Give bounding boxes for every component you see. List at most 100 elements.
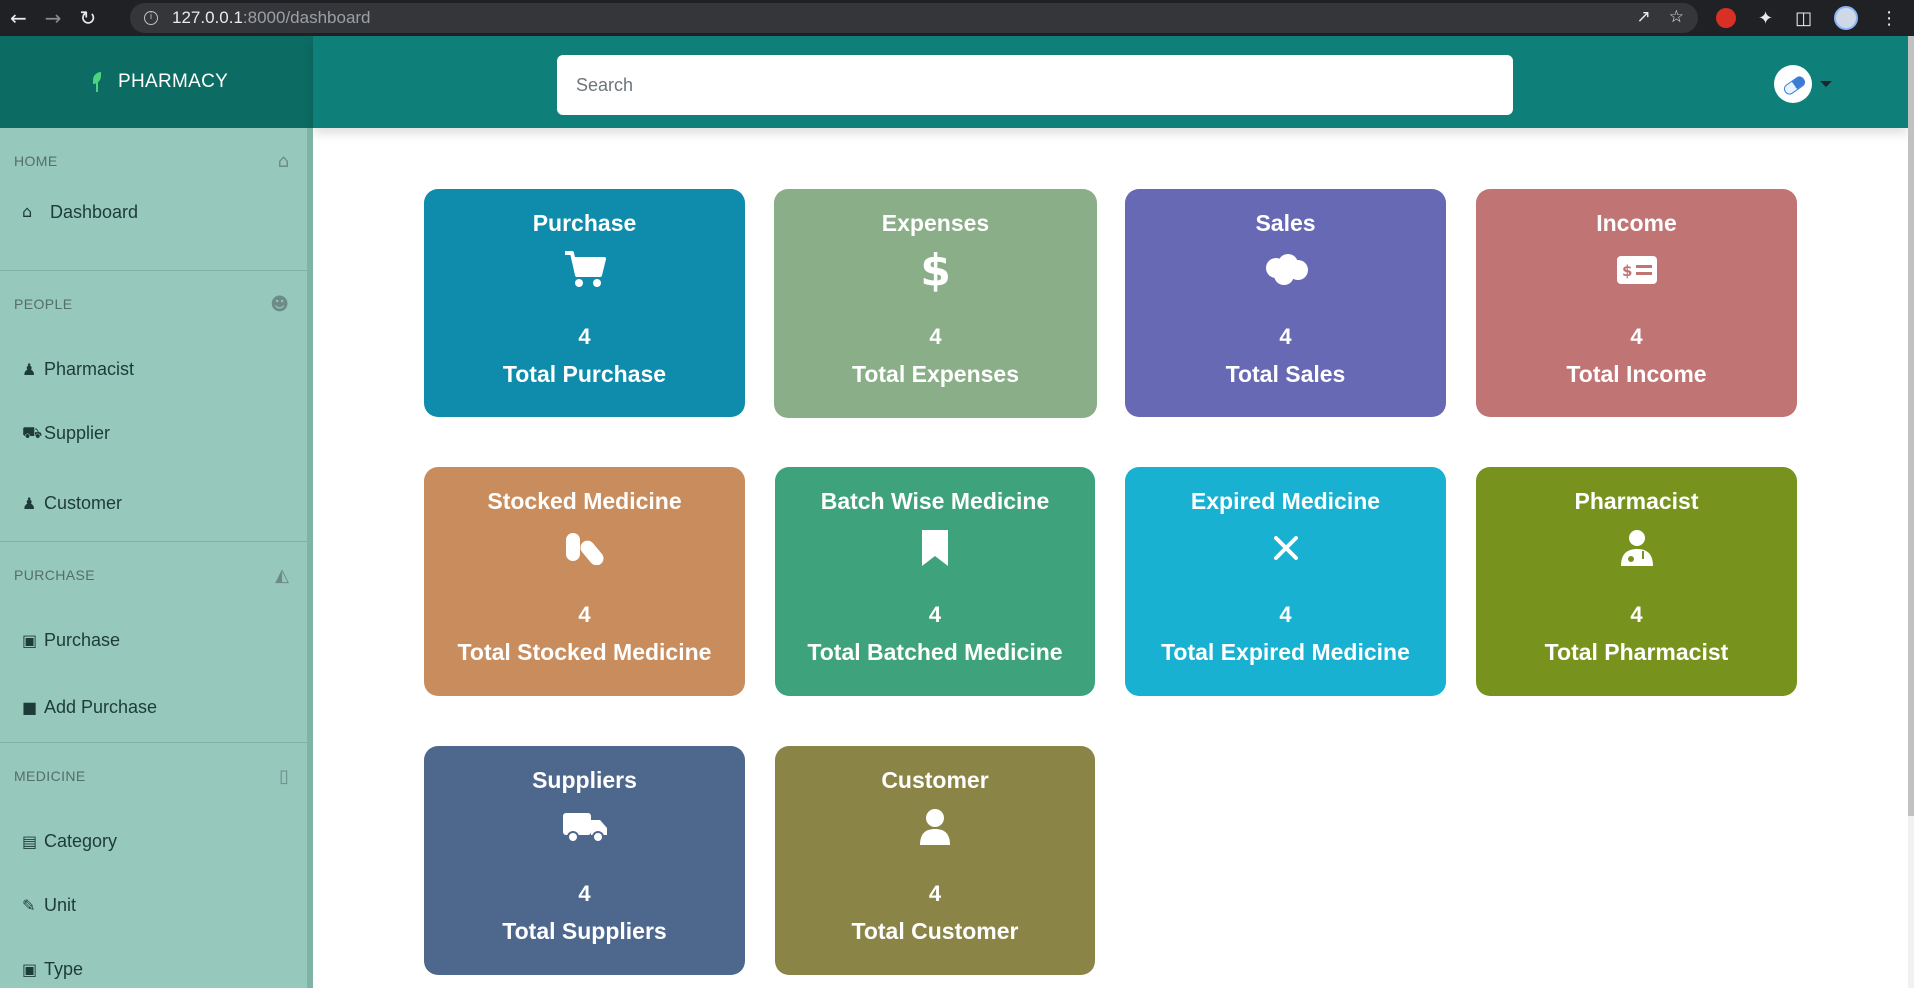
bag-icon: ■ [22,697,38,717]
card-label: Total Stocked Medicine [457,639,712,665]
sidebar-item-category[interactable]: ▤ Category [0,809,313,873]
card-label: Total Pharmacist [1544,639,1729,665]
home-icon: ⌂ [22,202,33,221]
sidebar-item-label: Pharmacist [44,358,135,379]
share-icon[interactable]: ↗ [1637,7,1651,27]
user-icon: ☻ [270,293,289,315]
browser-menu-icon[interactable]: ⋮ [1880,8,1898,29]
sidebar-item-label: Type [44,958,84,979]
card-label: Total Income [1566,361,1707,387]
doctor-icon: ♟ [22,359,37,379]
brand-name: PHARMACY [118,71,229,92]
user-icon: ♟ [22,493,37,513]
site-info-icon[interactable]: i [144,11,158,25]
card-sales[interactable]: Sales 4 Total Sales [1125,189,1446,417]
sidebar-section-header: HOME ⌂ [0,128,313,194]
sidebar-item-add-purchase[interactable]: ■ Add Purchase [0,672,313,742]
address-bar[interactable]: i 127.0.0.1:8000/dashboard ↗ ☆ [130,3,1698,33]
card-title: Batch Wise Medicine [820,488,1050,514]
card-title: Customer [881,767,989,793]
sidebar-item-pharmacist[interactable]: ♟ Pharmacist [0,337,313,401]
card-customer[interactable]: Customer 4 Total Customer [775,746,1095,975]
doctor-icon [1476,527,1797,569]
card-count: 4 [1630,324,1643,349]
sidebar-section-purchase: PURCHASE ◭ ▣ Purchase ■ Add Purchase [0,542,313,743]
sidebar-item-unit[interactable]: ✎ Unit [0,873,313,937]
sidebar-section-header: PEOPLE ☻ [0,271,313,337]
sidebar-item-type[interactable]: ▣ Type [0,937,313,1001]
truck-icon [424,806,745,848]
money-check-icon: $ [1476,249,1797,291]
pills-icon [424,527,745,569]
sidebar-section-home: HOME ⌂ ⌂ Dashboard [0,128,313,271]
profile-avatar[interactable] [1834,6,1859,30]
sidebar-item-customer[interactable]: ♟ Customer [0,465,313,541]
card-suppliers[interactable]: Suppliers 4 Total Suppliers [424,746,745,975]
card-pharmacist[interactable]: Pharmacist 4 Total Pharmacist [1476,467,1797,696]
card-title: Income [1596,210,1677,236]
top-navbar [313,36,1908,128]
sidebar-item-label: Customer [44,492,123,513]
sidebar-section-header: PURCHASE ◭ [0,542,313,608]
page-scrollbar[interactable] [1908,36,1914,988]
category-icon: ▤ [22,831,38,851]
caret-down-icon[interactable] [1820,81,1832,87]
card-count: 4 [1630,602,1643,627]
user-menu[interactable] [1774,65,1832,103]
back-icon[interactable]: ← [10,8,27,28]
card-title: Purchase [532,210,637,236]
card-count: 4 [928,602,942,627]
sidebar-item-purchase[interactable]: ▣ Purchase [0,608,313,672]
card-label: Total Batched Medicine [807,639,1063,665]
card-title: Sales [1255,210,1316,236]
sidebar-section-people: PEOPLE ☻ ♟ Pharmacist ⛟ Supplier ♟ Custo… [0,271,313,542]
forward-icon[interactable]: → [45,8,62,28]
card-label: Total Customer [851,918,1019,944]
browser-nav: ← → ↻ [0,8,130,28]
card-title: Stocked Medicine [487,488,682,514]
side-panel-icon[interactable]: ◫ [1795,8,1812,29]
card-count: 4 [578,881,591,906]
url-text[interactable]: 127.0.0.1:8000/dashboard [172,8,371,28]
section-title: PEOPLE [14,296,73,312]
truck-icon: ⛟ [22,422,43,442]
card-label: Total Purchase [502,361,667,387]
omnibox-actions: ↗ ☆ [1637,7,1685,27]
salesforce-cloud-icon [1125,249,1446,291]
card-expired-medicine[interactable]: Expired Medicine 4 Total Expired Medicin… [1125,467,1446,696]
pill-avatar-icon[interactable] [1774,65,1812,103]
sidebar-scrollbar[interactable] [307,128,313,988]
card-expenses[interactable]: Expenses $ 4 Total Expenses [774,189,1097,418]
cart-icon: ▣ [22,630,38,650]
card-stocked-medicine[interactable]: Stocked Medicine 4 Total Stocked Medicin… [424,467,745,696]
bookmark-icon [775,527,1095,569]
card-title: Expenses [881,210,990,236]
card-batch-wise-medicine[interactable]: Batch Wise Medicine 4 Total Batched Medi… [775,467,1095,696]
card-title: Expired Medicine [1190,488,1381,514]
card-title: Suppliers [532,767,637,793]
user-icon [775,806,1095,848]
cart-icon [424,249,745,291]
card-count: 4 [578,602,591,627]
adblock-extension-icon[interactable] [1716,8,1736,28]
extensions-puzzle-icon[interactable]: ✦ [1758,8,1773,29]
star-icon[interactable]: ☆ [1669,7,1684,27]
card-purchase[interactable]: Purchase 4 Total Purchase [424,189,745,417]
sidebar-section-medicine: MEDICINE ▯ ▤ Category ✎ Unit ▣ Type [0,743,313,1001]
page-scrollbar-thumb[interactable] [1908,36,1914,816]
section-title: MEDICINE [14,768,86,784]
search-input[interactable] [557,55,1513,115]
extensions-area: ✦ ◫ ⋮ [1716,6,1898,30]
reload-icon[interactable]: ↻ [80,8,97,28]
card-income[interactable]: Income $ 4 Total Income [1476,189,1797,417]
brand-logo[interactable]: PHARMACY [0,36,313,128]
home-icon: ⌂ [277,150,289,172]
section-title: HOME [14,153,58,169]
leaf-icon [90,72,104,92]
sidebar-item-label: Category [44,830,118,851]
sidebar-item-dashboard[interactable]: ⌂ Dashboard [0,194,313,270]
card-label: Total Sales [1225,361,1346,387]
sidebar-item-label: Supplier [44,422,111,443]
sidebar-item-supplier[interactable]: ⛟ Supplier [0,401,313,465]
url-host: 127.0.0.1 [172,8,243,27]
